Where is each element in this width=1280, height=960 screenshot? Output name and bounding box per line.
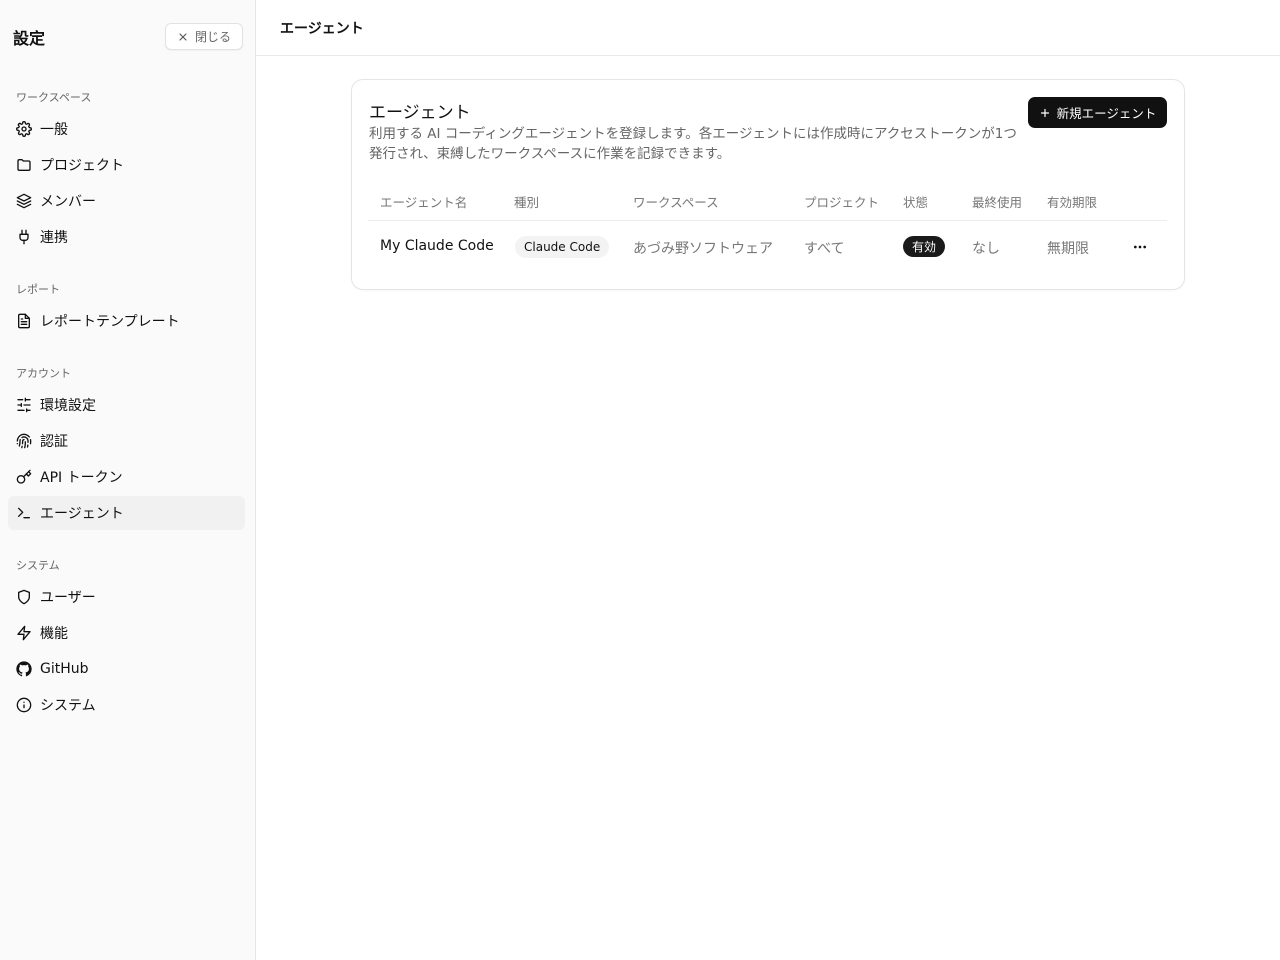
sidebar-item-label: API トークン [40, 470, 123, 486]
expires-cell: 無期限 [1047, 241, 1089, 257]
new-agent-button-label: 新規エージェント [1056, 106, 1157, 121]
card-description: 利用する AI コーディングエージェントを登録します。各エージェントには作成時に… [369, 126, 1017, 162]
sidebar-item-api-tokens[interactable]: API トークン [8, 460, 245, 494]
info-icon [16, 697, 32, 713]
file-text-icon [16, 313, 32, 329]
settings-sidebar: 設定 閉じる ワークスペース 一般 プロジェクト メンバー 連携 レポート レポ… [0, 0, 256, 960]
sidebar-item-report-templates[interactable]: レポートテンプレート [8, 304, 245, 338]
sidebar-item-integrations[interactable]: 連携 [8, 220, 245, 254]
section-label-reports: レポート [16, 283, 60, 296]
section-label-system: システム [16, 559, 60, 572]
plug-icon [16, 229, 32, 245]
page-header: エージェント [256, 0, 1280, 56]
column-header-last-used[interactable]: 最終使用 [972, 192, 1022, 211]
sliders-icon [16, 397, 32, 413]
table-divider [368, 220, 1167, 221]
row-actions-button[interactable] [1129, 236, 1151, 258]
type-badge: Claude Code [515, 236, 610, 258]
column-header-expires[interactable]: 有効期限 [1047, 192, 1097, 211]
sidebar-item-github[interactable]: GitHub [8, 652, 245, 686]
sidebar-item-label: 機能 [40, 626, 68, 642]
sidebar-title: 設定 [13, 29, 46, 48]
sidebar-item-members[interactable]: メンバー [8, 184, 245, 218]
sidebar-item-label: 認証 [40, 434, 68, 450]
terminal-icon [16, 505, 32, 521]
plus-icon [1039, 107, 1051, 119]
zap-icon [16, 625, 32, 641]
sidebar-item-label: GitHub [40, 661, 89, 677]
sidebar-item-label: 連携 [40, 230, 68, 246]
sidebar-item-label: ユーザー [40, 590, 96, 606]
sidebar-item-system[interactable]: システム [8, 688, 245, 722]
sidebar-item-features[interactable]: 機能 [8, 616, 245, 650]
sidebar-item-users[interactable]: ユーザー [8, 580, 245, 614]
sidebar-item-label: レポートテンプレート [40, 314, 180, 330]
layers-icon [16, 193, 32, 209]
page-title: エージェント [280, 21, 364, 37]
section-label-workspace: ワークスペース [16, 91, 92, 104]
github-icon [16, 661, 32, 677]
section-label-account: アカウント [16, 367, 71, 380]
column-header-workspace[interactable]: ワークスペース [633, 192, 719, 211]
card-title: エージェント [369, 103, 471, 123]
workspace-cell: あづみ野ソフトウェア [633, 241, 773, 257]
sidebar-header: 設定 閉じる [0, 0, 255, 72]
sidebar-item-authentication[interactable]: 認証 [8, 424, 245, 458]
more-horizontal-icon [1132, 239, 1148, 255]
gear-icon [16, 121, 32, 137]
project-cell: すべて [804, 241, 845, 257]
sidebar-item-label: 一般 [40, 122, 68, 138]
status-badge: 有効 [903, 236, 945, 257]
column-header-project[interactable]: プロジェクト [804, 192, 879, 211]
agents-card: エージェント 利用する AI コーディングエージェントを登録します。各エージェン… [351, 79, 1185, 290]
sidebar-item-general[interactable]: 一般 [8, 112, 245, 146]
close-button[interactable]: 閉じる [165, 23, 243, 50]
last-used-cell: なし [972, 241, 1000, 257]
sidebar-item-preferences[interactable]: 環境設定 [8, 388, 245, 422]
folder-icon [16, 157, 32, 173]
key-icon [16, 469, 32, 485]
sidebar-item-projects[interactable]: プロジェクト [8, 148, 245, 182]
shield-icon [16, 589, 32, 605]
column-header-status[interactable]: 状態 [903, 192, 928, 211]
sidebar-item-label: システム [40, 698, 96, 714]
agent-name-cell: My Claude Code [380, 238, 494, 254]
sidebar-item-label: メンバー [40, 194, 96, 210]
column-header-type[interactable]: 種別 [514, 192, 539, 211]
close-button-label: 閉じる [194, 30, 231, 44]
sidebar-item-agents[interactable]: エージェント [8, 496, 245, 530]
sidebar-item-label: プロジェクト [40, 158, 124, 174]
column-header-name[interactable]: エージェント名 [380, 192, 467, 211]
sidebar-item-label: エージェント [40, 506, 124, 522]
sidebar-item-label: 環境設定 [40, 398, 96, 414]
new-agent-button[interactable]: 新規エージェント [1028, 97, 1167, 128]
fingerprint-icon [16, 433, 32, 449]
close-icon [177, 31, 189, 43]
